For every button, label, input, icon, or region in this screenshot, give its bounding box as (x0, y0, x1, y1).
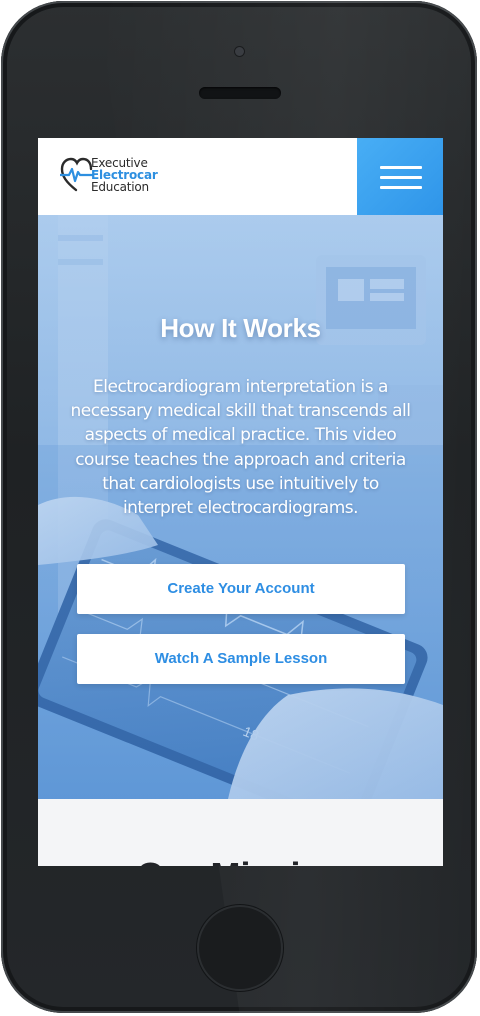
menu-button[interactable] (357, 138, 443, 215)
hero-section: 100 18 How It Works Electrocardiogram in… (38, 215, 443, 799)
front-camera (235, 47, 244, 56)
mission-section: Our Mission (38, 799, 443, 866)
hero-title: How It Works (160, 313, 321, 343)
mission-section-title: Our Mission (38, 855, 443, 866)
menu-bar-bottom (380, 186, 422, 189)
hero-description: Electrocardiogram interpretation is a ne… (70, 377, 411, 519)
menu-bar-middle (380, 176, 422, 179)
site-logo[interactable]: Executive Electrocar Education (60, 156, 170, 196)
create-account-button[interactable]: Create Your Account (77, 564, 405, 614)
home-button[interactable] (197, 905, 283, 991)
logo-text-line-3: Education (91, 180, 149, 194)
menu-bar-top (380, 166, 422, 169)
earpiece-speaker (199, 87, 281, 99)
heart-ecg-icon (60, 157, 94, 192)
watch-sample-lesson-button[interactable]: Watch A Sample Lesson (77, 634, 405, 684)
phone-screen: Executive Electrocar Education How It Wo… (38, 138, 443, 866)
phone-frame: Executive Electrocar Education How It Wo… (1, 1, 477, 1013)
site-header: Executive Electrocar Education (38, 138, 443, 215)
